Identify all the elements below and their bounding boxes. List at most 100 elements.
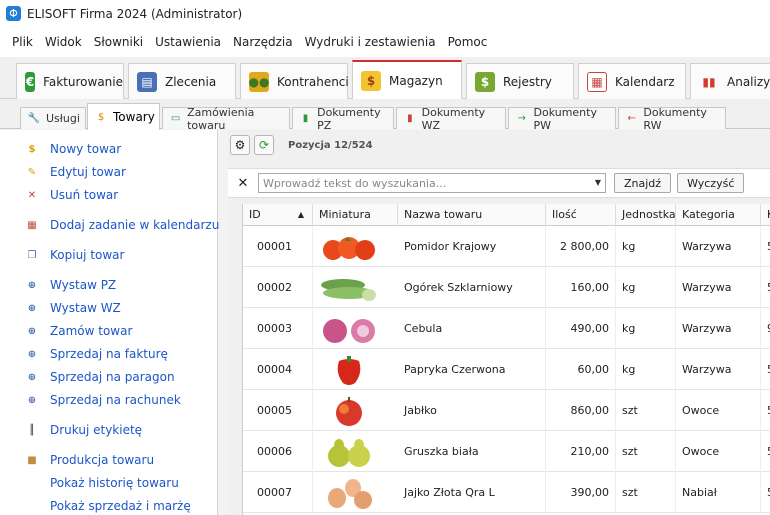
calendar-icon: ▦ [27, 219, 37, 231]
menu-slowniki[interactable]: Słowniki [94, 35, 143, 49]
cell-name: Papryka Czerwona [398, 349, 546, 390]
cell-name: Jabłko [398, 390, 546, 431]
settings-button[interactable]: ⚙ [230, 135, 250, 155]
action-copy-item[interactable]: ❐ Kopiuj towar [24, 246, 125, 264]
subtab-dokumenty-wz[interactable]: ▮ Dokumenty WZ [396, 106, 506, 132]
document-add-icon: ⊕ [27, 325, 37, 337]
main-panel: ⚙ ⟳ Pozycja 12/524 ✕ Wprowadź tekst do w… [228, 130, 770, 515]
cell-quantity: 390,00 [546, 472, 616, 513]
chevron-down-icon[interactable]: ▼ [595, 178, 601, 187]
subtab-dokumenty-pz[interactable]: ▮ Dokumenty PZ [292, 105, 394, 132]
subtab-towary[interactable]: $ Towary [87, 103, 160, 130]
tab-magazyn[interactable]: $ Magazyn [352, 60, 462, 100]
cell-id: 00004 [243, 349, 313, 390]
menu-narzedzia[interactable]: Narzędzia [233, 35, 293, 49]
cell-quantity: 2 800,00 [546, 226, 616, 267]
cell-unit: szt [616, 431, 676, 472]
action-new-item[interactable]: $ Nowy towar [24, 140, 122, 158]
cell-extra: 5 [761, 349, 770, 390]
cell-id: 00007 [243, 472, 313, 513]
tab-kontrahenci[interactable]: ●● Kontrahenci [240, 63, 349, 99]
action-label: Nowy towar [50, 142, 122, 156]
tab-analizy[interactable]: ▮▮ Analizy [690, 63, 770, 99]
col-quantity[interactable]: Ilość [546, 204, 616, 226]
col-unit[interactable]: Jednostka [616, 204, 676, 226]
subtab-zamowienia[interactable]: ▭ Zamówienia towaru [162, 106, 290, 132]
col-id[interactable]: ID ▲ [243, 204, 313, 226]
menu-bar: Plik Widok Słowniki Ustawienia Narzędzia… [0, 27, 770, 57]
action-edit-item[interactable]: ✎ Edytuj towar [24, 163, 126, 181]
col-extra[interactable]: Ko [761, 204, 770, 226]
action-sell-invoice[interactable]: ⊕ Sprzedaj na fakturę [24, 345, 168, 363]
tab-kalendarz[interactable]: ▦ Kalendarz [578, 63, 686, 99]
action-show-history[interactable]: Pokaż historię towaru [50, 474, 179, 492]
menu-plik[interactable]: Plik [12, 35, 33, 49]
cell-id: 00006 [243, 431, 313, 472]
col-category[interactable]: Kategoria [676, 204, 761, 226]
grid-header: ID ▲ Miniatura Nazwa towaru Ilość Jednost… [243, 204, 770, 226]
cell-name: Cebula [398, 308, 546, 349]
clear-button[interactable]: Wyczyść [677, 173, 745, 193]
sub-tabs: 🔧 Usługi $ Towary ▭ Zamówienia towaru ▮ … [0, 99, 770, 132]
people-icon: ●● [249, 71, 269, 92]
cell-category: Owoce [676, 431, 761, 472]
table-row[interactable]: 00001 Pomidor Krajowy2 800,00kgWarzywa5 [243, 226, 770, 267]
money-bag-icon: $ [28, 143, 36, 155]
menu-pomoc[interactable]: Pomoc [448, 35, 488, 49]
cell-extra: 5 [761, 226, 770, 267]
subtab-label: Towary [113, 110, 155, 124]
menu-ustawienia[interactable]: Ustawienia [155, 35, 221, 49]
col-name[interactable]: Nazwa towaru [398, 204, 546, 226]
clear-search-icon[interactable]: ✕ [228, 176, 258, 191]
action-show-sales-margin[interactable]: Pokaż sprzedaż i marżę [50, 497, 191, 515]
tab-fakturowanie[interactable]: € Fakturowanie [16, 63, 124, 99]
cell-extra: 5 [761, 431, 770, 472]
copy-icon: ❐ [27, 249, 37, 261]
cell-unit: szt [616, 390, 676, 431]
table-row[interactable]: 00004 Papryka Czerwona60,00kgWarzywa5 [243, 349, 770, 390]
menu-widok[interactable]: Widok [45, 35, 82, 49]
subtab-dokumenty-rw[interactable]: ← Dokumenty RW [618, 105, 726, 132]
money-bags-icon: $ [361, 71, 381, 91]
tab-rejestry[interactable]: $ Rejestry [466, 63, 574, 99]
cell-category: Warzywa [676, 308, 761, 349]
cell-extra: 9 [761, 308, 770, 349]
subtab-label: Dokumenty RW [643, 105, 707, 132]
find-button[interactable]: Znajdź [614, 173, 672, 193]
action-print-label[interactable]: ║ Drukuj etykietę [24, 421, 142, 439]
table-row[interactable]: 00006 Gruszka biała210,00sztOwoce5 [243, 431, 770, 472]
product-thumbnail [319, 435, 379, 469]
menu-wydruki[interactable]: Wydruki i zestawienia [305, 35, 436, 49]
subtab-label: Dokumenty PZ [317, 105, 381, 132]
action-order-item[interactable]: ⊕ Zamów towar [24, 322, 133, 340]
action-issue-wz[interactable]: ⊕ Wystaw WZ [24, 299, 121, 317]
action-delete-item[interactable]: ✕ Usuń towar [24, 186, 118, 204]
table-row[interactable]: 00005 Jabłko860,00sztOwoce5 [243, 390, 770, 431]
action-add-calendar-task[interactable]: ▦ Dodaj zadanie w kalendarzu [24, 216, 219, 234]
cell-name: Pomidor Krajowy [398, 226, 546, 267]
cell-quantity: 160,00 [546, 267, 616, 308]
arrow-green-icon: → [517, 113, 526, 124]
subtab-uslugi[interactable]: 🔧 Usługi [20, 107, 86, 129]
action-sell-receipt[interactable]: ⊕ Sprzedaj na paragon [24, 368, 175, 386]
action-issue-pz[interactable]: ⊕ Wystaw PZ [24, 276, 116, 294]
action-label: Dodaj zadanie w kalendarzu [50, 218, 220, 232]
col-thumbnail[interactable]: Miniatura [313, 204, 398, 226]
subtab-dokumenty-pw[interactable]: → Dokumenty PW [508, 106, 616, 132]
action-sell-bill[interactable]: ⊕ Sprzedaj na rachunek [24, 391, 181, 409]
refresh-button[interactable]: ⟳ [254, 135, 274, 155]
action-label: Kopiuj towar [50, 248, 125, 262]
table-row[interactable]: 00002 Ogórek Szklarniowy160,00kgWarzywa5 [243, 267, 770, 308]
tab-label: Rejestry [503, 74, 552, 89]
cell-extra: 5 [761, 267, 770, 308]
tab-label: Fakturowanie [43, 74, 123, 89]
tab-label: Kalendarz [615, 74, 675, 89]
action-production[interactable]: ■ Produkcja towaru [24, 451, 154, 469]
cell-extra: 5 [761, 390, 770, 431]
action-label: Pokaż sprzedaż i marżę [50, 499, 191, 513]
table-row[interactable]: 00003 Cebula490,00kgWarzywa9 [243, 308, 770, 349]
table-row[interactable]: 00007 Jajko Złota Qra L390,00sztNabiał5 [243, 472, 770, 513]
search-input[interactable]: Wprowadź tekst do wyszukania... ▼ [258, 173, 606, 193]
tab-zlecenia[interactable]: ▤ Zlecenia [128, 63, 236, 99]
cell-category: Nabiał [676, 472, 761, 513]
